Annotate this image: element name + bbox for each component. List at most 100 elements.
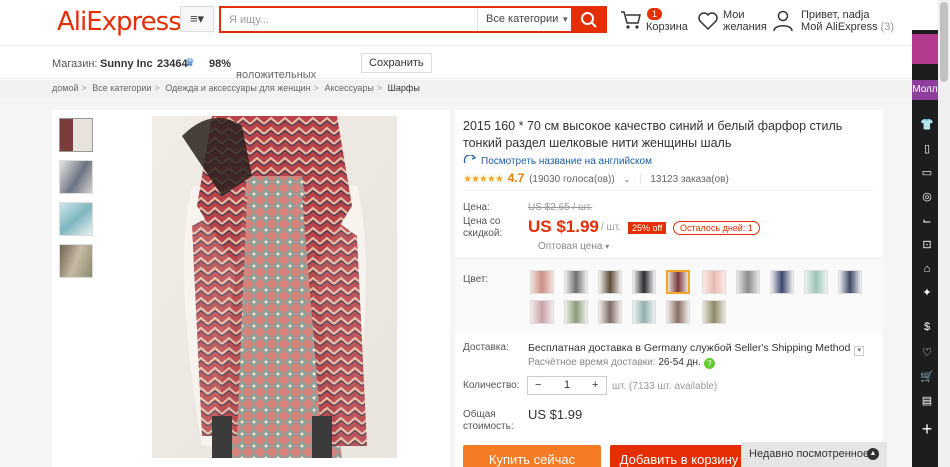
recently-viewed-panel[interactable]: Недавно посмотренное ▲ <box>741 442 887 467</box>
breadcrumb: домой > Все категории > Одежда и аксессуар… <box>0 80 912 97</box>
cart-count-badge: 1 <box>647 8 663 20</box>
wholesale-price-dropdown[interactable]: Оптовая цена ▾ <box>538 241 609 252</box>
jewelry-icon[interactable]: ◎ <box>920 190 934 204</box>
color-swatch[interactable] <box>598 300 622 324</box>
translate-icon <box>463 154 477 165</box>
breadcrumb-scarves: Шарфы <box>387 83 420 93</box>
total-price: US $1.99 <box>528 407 583 422</box>
breadcrumb-all-categories[interactable]: Все категории <box>92 83 151 93</box>
discount-badge: 25% off <box>628 222 667 234</box>
search-bar: Все категории ▼ <box>219 6 607 33</box>
search-category-select[interactable]: Все категории ▼ <box>477 8 573 31</box>
color-swatch[interactable] <box>838 270 862 294</box>
shipping-method-dropdown[interactable]: Бесплатная доставка в Germany службой Se… <box>528 342 865 356</box>
category-menu-button[interactable]: ≡▾ <box>180 6 214 32</box>
scarf-photo <box>152 116 397 458</box>
shoe-icon[interactable]: ⌙ <box>920 214 934 228</box>
color-label: Цвет: <box>463 274 489 285</box>
user-greeting: Привет, nadja <box>801 9 870 21</box>
thumbnail-list <box>59 118 95 286</box>
coupon-icon[interactable]: $ <box>920 320 934 334</box>
cart-icon[interactable]: 🛒 <box>920 370 934 384</box>
store-bar: Магазин: Sunny Inc 23464 ♛ 98% положител… <box>0 47 912 93</box>
thumbnail-3[interactable] <box>59 202 93 236</box>
search-button[interactable] <box>571 6 607 33</box>
delivery-days: 26-54 дн. <box>658 357 701 368</box>
scrollbar-thumb[interactable] <box>940 2 948 82</box>
color-swatch[interactable] <box>598 270 622 294</box>
chevron-down-icon: ▼ <box>561 15 570 24</box>
color-swatch[interactable] <box>702 270 726 294</box>
thumbnail-4[interactable] <box>59 244 93 278</box>
price-label: Цена: <box>463 202 490 213</box>
cart-label: Корзина <box>646 21 688 33</box>
quantity-value[interactable]: 1 <box>564 379 570 391</box>
positive-percent: 98% <box>209 58 232 70</box>
store-score: 23464 <box>157 58 188 70</box>
buy-now-button[interactable]: Купить сейчас <box>463 445 601 467</box>
color-swatch[interactable] <box>564 270 588 294</box>
chevron-down-icon: ⌄ <box>623 175 631 184</box>
thumbnail-2[interactable] <box>59 160 93 194</box>
minus-icon[interactable]: − <box>535 379 541 391</box>
main-product-image[interactable] <box>152 116 397 458</box>
shirt-icon[interactable]: 👕 <box>920 118 934 132</box>
home-icon[interactable]: ⌂ <box>920 262 934 276</box>
help-icon[interactable]: ? <box>703 358 715 369</box>
user-icon <box>773 10 793 32</box>
rating-score: 4.7 <box>507 171 525 185</box>
breadcrumb-home[interactable]: домой <box>52 83 78 93</box>
color-swatch[interactable] <box>702 300 726 324</box>
color-swatch[interactable] <box>564 300 588 324</box>
price-unit: / шт. <box>601 222 621 233</box>
chevron-down-icon: ▾ <box>605 242 610 251</box>
plus-icon[interactable]: + <box>592 379 598 391</box>
breadcrumb-women-clothing[interactable]: Одежда и аксессуары для женщин <box>165 83 310 93</box>
orders-count: 13123 заказа(ов) <box>650 174 729 185</box>
rating-row: ★★★★★ 4.7 (19030 голоса(ов)) ⌄ | 13123 з… <box>463 171 729 185</box>
color-swatch[interactable] <box>632 270 656 294</box>
total-label: Общая стоимость: <box>463 409 514 432</box>
color-swatch[interactable] <box>804 270 828 294</box>
search-input[interactable] <box>229 8 479 31</box>
toy-icon[interactable]: ✦ <box>920 286 934 300</box>
aliexpress-logo[interactable]: AliExpress® <box>57 7 188 37</box>
color-swatch[interactable] <box>530 300 554 324</box>
delivery-time: Расчётное время доставки: 26-54 дн.? <box>528 357 715 369</box>
color-swatch-selected[interactable] <box>666 270 690 294</box>
thumbnail-1[interactable] <box>59 118 93 152</box>
rating-stars: ★★★★★ <box>463 174 504 185</box>
store-name-link[interactable]: Sunny Inc <box>100 58 153 70</box>
phone-icon[interactable]: ▯ <box>920 142 934 156</box>
color-swatch[interactable] <box>666 300 690 324</box>
user-message-count: (3) <box>880 21 895 33</box>
my-aliexpress-label: Мой AliExpress <box>801 21 878 33</box>
shipping-label: Доставка: <box>463 342 509 353</box>
chevron-down-icon: ⌄ <box>236 69 243 78</box>
divider <box>463 190 873 191</box>
heart-icon[interactable]: ♡ <box>920 346 934 360</box>
add-to-cart-button[interactable]: Добавить в корзину <box>610 445 748 467</box>
sale-price-label: Цена со скидкой: <box>463 216 503 239</box>
plus-icon[interactable]: + <box>920 420 934 438</box>
electronics-icon[interactable]: ▭ <box>920 166 934 180</box>
scrollbar[interactable] <box>938 0 950 467</box>
mall-link[interactable]: Молл <box>912 80 938 100</box>
rating-votes[interactable]: (19030 голоса(ов)) <box>529 174 615 185</box>
color-swatch[interactable] <box>736 270 760 294</box>
medal-icon: ♛ <box>185 57 195 69</box>
color-swatch[interactable] <box>770 270 794 294</box>
color-swatch[interactable] <box>530 270 554 294</box>
promo-logo[interactable] <box>912 34 938 64</box>
wishlist-label-line2: желания <box>723 21 767 33</box>
sale-price: US $1.99 <box>528 217 599 236</box>
translate-title-link[interactable]: Посмотреть название на английском <box>463 154 652 167</box>
save-store-button[interactable]: Сохранить <box>361 53 432 73</box>
wishlist-label-line1: Мои <box>723 9 745 21</box>
breadcrumb-accessories[interactable]: Аксессуары <box>324 83 373 93</box>
color-swatch[interactable] <box>632 300 656 324</box>
bag-icon[interactable]: ⊡ <box>920 238 934 252</box>
clipboard-icon[interactable]: ▤ <box>920 394 934 408</box>
quantity-label: Количество: <box>463 380 520 391</box>
days-left-badge: Осталось дней: 1 <box>673 221 760 235</box>
